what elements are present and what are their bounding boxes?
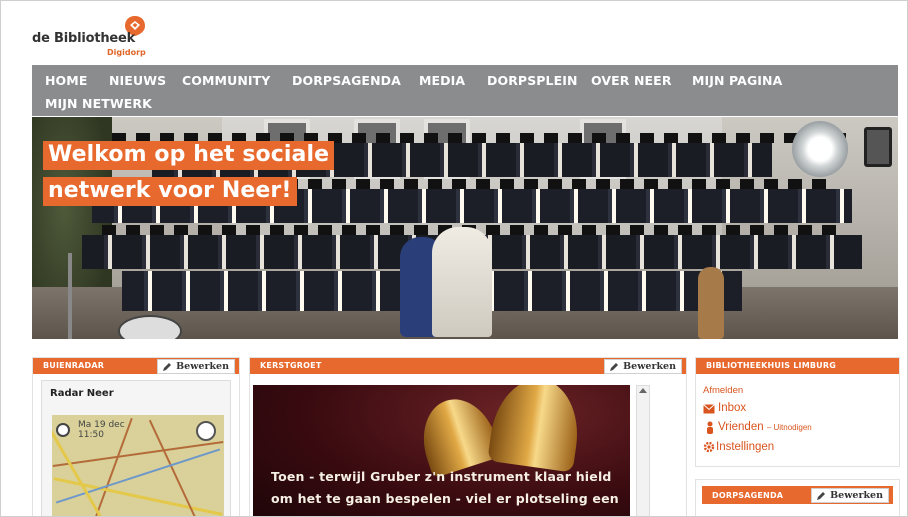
map-road xyxy=(52,441,224,467)
kerstgroet-edit-label: Bewerken xyxy=(623,361,676,372)
christmas-text-line-2: om het te gaan bespelen - viel er plotse… xyxy=(271,491,619,506)
scroll-up-icon[interactable] xyxy=(639,388,647,393)
nav-item-community[interactable]: COMMUNITY xyxy=(182,73,270,88)
settings-label: Instellingen xyxy=(716,441,775,453)
christmas-image: Toen - terwijl Gruber z'n instrument kla… xyxy=(253,385,630,516)
hero-cape xyxy=(432,227,492,337)
friends-link[interactable]: Vrienden – Uitnodigen xyxy=(703,421,812,434)
radar-box: Radar Neer Ma 19 dec 11:50 xyxy=(41,380,231,516)
pencil-icon xyxy=(163,363,172,371)
browser-page: de Bibliotheek Digidorp HOME NIEUWS COMM… xyxy=(0,0,908,517)
bibliotheekhuis-header: BIBLIOTHEEKHUIS LIMBURG xyxy=(696,358,899,374)
dorpsagenda-edit-label: Bewerken xyxy=(830,490,883,501)
logout-link[interactable]: Afmelden xyxy=(703,385,743,396)
bell-right xyxy=(487,385,585,473)
radar-date: Ma 19 dec xyxy=(78,420,125,430)
envelope-icon xyxy=(703,404,715,414)
nav-item-dorpsagenda[interactable]: DORPSAGENDA xyxy=(292,73,401,88)
kerstgroet-widget: KERSTGROET Bewerken Toen - terwijl Grube… xyxy=(249,357,687,516)
nav-item-mijn-netwerk[interactable]: MIJN NETWERK xyxy=(45,96,152,111)
friends-label: Vrienden xyxy=(718,421,764,433)
kerstgroet-header: KERSTGROET Bewerken xyxy=(250,358,686,374)
radar-time: 11:50 xyxy=(78,430,104,440)
kerstgroet-scrollbar[interactable] xyxy=(636,385,650,516)
nav-item-dorpsplein[interactable]: DORPSPLEIN xyxy=(487,73,578,88)
gear-icon xyxy=(703,441,715,453)
nav-item-nieuws[interactable]: NIEUWS xyxy=(109,73,166,88)
pencil-icon xyxy=(610,363,619,371)
kerstgroet-title: KERSTGROET xyxy=(260,361,322,370)
bibliotheekhuis-title: BIBLIOTHEEKHUIS LIMBURG xyxy=(706,361,836,370)
pencil-icon xyxy=(817,492,826,500)
hero-lamp xyxy=(864,127,892,167)
buienradar-widget: BUIENRADAR Bewerken Radar Neer Ma 19 dec… xyxy=(32,357,240,516)
logo-subtitle: Digidorp xyxy=(107,48,146,57)
welcome-line-1: Welkom op het sociale xyxy=(43,141,335,170)
person-icon xyxy=(707,421,713,434)
logo-name: de Bibliotheek xyxy=(32,31,136,46)
radar-timestamp: Ma 19 dec 11:50 xyxy=(78,420,138,440)
radar-map[interactable]: Ma 19 dec 11:50 xyxy=(52,415,224,516)
dorpsagenda-header: DORPSAGENDA Bewerken xyxy=(702,486,893,504)
buienradar-edit-button[interactable]: Bewerken xyxy=(157,359,235,374)
site-logo[interactable]: de Bibliotheek Digidorp xyxy=(32,15,172,61)
nav-item-media[interactable]: MEDIA xyxy=(419,73,465,88)
hero-drum xyxy=(118,315,182,339)
clock-icon xyxy=(56,423,70,437)
invite-link[interactable]: – Uitnodigen xyxy=(767,423,812,432)
buienradar-title: BUIENRADAR xyxy=(43,361,105,370)
inbox-label: Inbox xyxy=(718,402,747,414)
hero-tuba xyxy=(792,121,848,177)
settings-link[interactable]: Instellingen xyxy=(703,441,774,453)
dorpsagenda-widget: DORPSAGENDA Bewerken xyxy=(695,479,900,516)
buienradar-edit-label: Bewerken xyxy=(176,361,229,372)
radar-title: Radar Neer xyxy=(50,388,114,399)
nav-item-over-neer[interactable]: OVER NEER xyxy=(591,73,672,88)
hero-pole xyxy=(68,253,72,339)
nav-item-home[interactable]: HOME xyxy=(45,73,87,88)
inbox-link[interactable]: Inbox xyxy=(703,402,746,414)
bell-left xyxy=(411,389,503,479)
hero-statue xyxy=(698,267,724,339)
radar-play-button[interactable] xyxy=(196,421,216,441)
kerstgroet-edit-button[interactable]: Bewerken xyxy=(604,359,682,374)
bibliotheekhuis-widget: BIBLIOTHEEKHUIS LIMBURG Afmelden Inbox V… xyxy=(695,357,900,467)
main-navigation: HOME NIEUWS COMMUNITY DORPSAGENDA MEDIA … xyxy=(32,65,898,116)
buienradar-header: BUIENRADAR Bewerken xyxy=(33,358,239,374)
hero-banner: Welkom op het sociale netwerk voor Neer! xyxy=(32,117,898,339)
welcome-line-2: netwerk voor Neer! xyxy=(43,177,297,206)
nav-item-mijn-pagina[interactable]: MIJN PAGINA xyxy=(692,73,782,88)
dorpsagenda-edit-button[interactable]: Bewerken xyxy=(811,488,889,503)
christmas-text-line-1: Toen - terwijl Gruber z'n instrument kla… xyxy=(271,469,612,484)
dorpsagenda-title: DORPSAGENDA xyxy=(712,491,784,500)
